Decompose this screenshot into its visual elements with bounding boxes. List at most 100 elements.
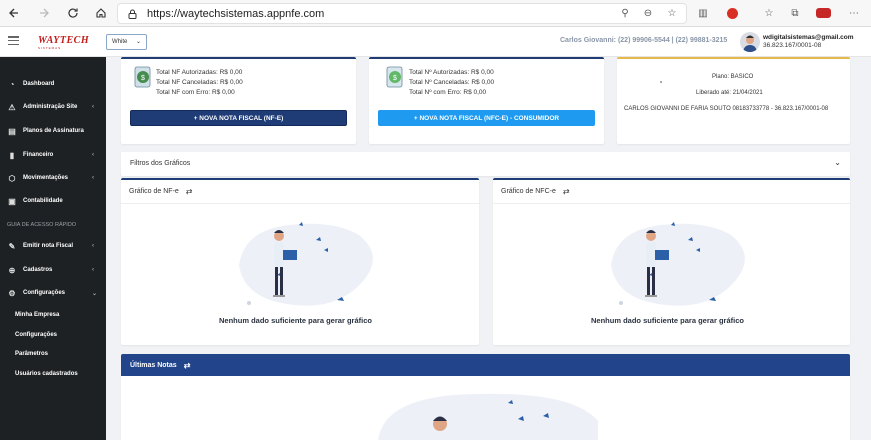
nfce-chart-header: Gráfico de NFC-e ⇄ [493,180,850,204]
sidebar-subitem-parametros[interactable]: Parâmetros [15,351,48,357]
logo-subtext: SISTEMAS [38,46,62,50]
gear-icon: ⚙ [8,288,16,298]
sidebar-item-label: Contabilidade [23,198,63,204]
svg-text:$: $ [393,75,397,82]
contact-info: Carlos Giovanni: (22) 99906-5544 | (22) … [560,37,728,44]
sidebar-item-contabilidade[interactable]: ▣ Contabilidade [0,193,106,209]
forward-icon[interactable] [36,5,52,21]
user-cnpj: 36.823.167/0001-08 [763,42,822,49]
plus-circle-icon: ⊕ [8,265,16,275]
nfe-summary-card: $ Total NF Autorizadas: R$ 0,00 Total NF… [121,57,356,144]
collections-icon[interactable]: ⧉ [787,5,803,21]
hamburger-menu-icon[interactable] [8,36,19,45]
sidebar-item-movimentacoes[interactable]: ⬡ Movimentações ‹ [0,170,106,186]
sidebar-subitem-usuarios[interactable]: Usuários cadastrados [15,371,78,377]
theme-select[interactable]: White ⌄ [106,34,147,50]
box-icon: ⬡ [8,173,16,183]
nfe-chart-header: Gráfico de NF-e ⇄ [121,180,479,204]
app-header: WAYTECH SISTEMAS White ⌄ Carlos Giovanni… [0,27,871,57]
sidebar-subitem-minha-empresa[interactable]: Minha Empresa [15,312,59,318]
chevron-left-icon: ‹ [92,152,94,158]
back-icon[interactable] [6,5,22,21]
invoice-icon: $ [133,65,155,91]
nfe-authorized: Total NF Autorizadas: R$ 0,00 [156,69,243,76]
url-text: https://waytechsistemas.appnfe.com [147,7,325,20]
new-nfce-button[interactable]: + NOVA NOTA FISCAL (NFC-E) - CONSUMIDOR [378,110,595,126]
nfe-chart-card: Gráfico de NF-e ⇄ Nenhum dado suficiente… [121,178,479,345]
latest-notes-body [121,376,850,440]
chart-filters-panel[interactable]: Filtros dos Gráficos ⌄ [121,152,850,176]
sidebar-item-label: Dashboard [23,81,55,87]
sidebar-item-financeiro[interactable]: ▮ Financeiro ‹ [0,147,106,163]
latest-notes-title: Últimas Notas [130,361,177,369]
dashboard-icon: ◔ [9,79,15,89]
menu-dots-icon[interactable]: ⋯ [846,5,862,21]
reload-icon[interactable] [65,5,81,21]
refresh-icon[interactable]: ⇄ [184,361,191,370]
logo: WAYTECH SISTEMAS [38,35,89,50]
sidebar-section-heading: GUIA DE ACESSO RÁPIDO [7,222,77,228]
logo-text: WAYTECH [38,35,90,46]
plan-card: Plano: BASICO Liberado até: 21/04/2021 C… [617,57,850,144]
zoom-icon[interactable]: ⊖ [640,5,656,21]
chevron-left-icon: ‹ [92,175,94,181]
plan-released-until: Liberado até: 21/04/2021 [696,90,763,96]
shield-extension-icon[interactable] [724,5,740,21]
chevron-down-icon[interactable]: ⌄ [834,158,841,167]
plan-name: Plano: BASICO [712,74,754,80]
chevron-down-icon: ⌄ [135,39,141,45]
sidebar-item-dashboard[interactable]: ◔ Dashboard [0,76,106,92]
empty-state-illustration [373,391,603,440]
home-icon[interactable] [93,5,109,21]
latest-notes-header: Últimas Notas ⇄ [121,354,850,376]
nfce-chart-card: Gráfico de NFC-e ⇄ Nenhum dado suficient… [493,178,850,345]
plan-image-placeholder [660,81,662,83]
list-icon: ▤ [8,126,16,136]
chevron-down-icon: ⌄ [92,290,98,297]
nfce-cancelled: Total Nº Canceladas: R$ 0,00 [409,79,495,86]
sidebar-item-label: Financeiro [23,152,54,158]
empty-state-illustration [219,215,379,315]
pen-icon: ✎ [8,241,16,251]
sidebar-item-label: Configurações [23,290,66,296]
sidebar-item-planos[interactable]: ▤ Planos de Assinatura [0,123,106,139]
browser-toolbar: https://waytechsistemas.appnfe.com ⚲ ⊖ ☆… [0,0,871,27]
sidebar-item-cadastros[interactable]: ⊕ Cadastros ‹ [0,262,106,278]
address-bar[interactable]: https://waytechsistemas.appnfe.com [117,3,687,24]
sidebar-item-label: Emitir nota Fiscal [23,243,74,249]
key-icon[interactable]: ⚲ [617,5,633,21]
lock-icon [128,9,137,19]
chart-icon: ▮ [9,150,15,160]
receipt-icon: $ [385,65,407,91]
theme-select-value: White [112,39,128,45]
new-nfe-button[interactable]: + NOVA NOTA FISCAL (NF-E) [130,110,347,126]
nfe-error: Total NF com Erro: R$ 0,00 [156,89,235,96]
sidebar-subitem-configuracoes[interactable]: Configurações [15,332,57,338]
empty-state-illustration [591,215,751,315]
chevron-left-icon: ‹ [92,267,94,273]
nfe-chart-title: Gráfico de NF-e [129,188,179,195]
avatar[interactable] [740,32,760,52]
user-email: wdigitalsistemas@gmail.com [763,34,854,41]
nfe-cancelled: Total NF Canceladas: R$ 0,00 [156,79,243,86]
sidebar-item-configuracoes[interactable]: ⚙ Configurações ⌄ [0,285,106,301]
nfce-chart-title: Gráfico de NFC-e [501,188,556,195]
sidebar: ◔ Dashboard ⚠ Administração Site ‹ ▤ Pla… [0,57,106,440]
stats-extension-icon[interactable]: ▥ [695,5,711,21]
chart-filters-title: Filtros dos Gráficos [130,160,191,167]
chevron-left-icon: ‹ [92,104,94,110]
refresh-icon[interactable]: ⇄ [563,187,570,196]
svg-text:$: $ [141,75,145,82]
favorite-add-icon[interactable]: ☆ [664,5,680,21]
sidebar-item-administracao[interactable]: ⚠ Administração Site ‹ [0,99,106,115]
sidebar-item-label: Administração Site [23,104,78,110]
sidebar-item-label: Cadastros [23,267,53,273]
plan-owner: CARLOS GIOVANNI DE FARIA SOUTO 081837337… [624,106,829,112]
warning-icon: ⚠ [8,102,16,112]
book-icon: ▣ [8,196,16,206]
sidebar-item-emitir-nota[interactable]: ✎ Emitir nota Fiscal ‹ [0,238,106,254]
profile-icon[interactable] [815,5,831,21]
nfe-empty-message: Nenhum dado suficiente para gerar gráfic… [219,316,372,325]
favorites-icon[interactable]: ☆ [761,5,777,21]
refresh-icon[interactable]: ⇄ [186,187,193,196]
